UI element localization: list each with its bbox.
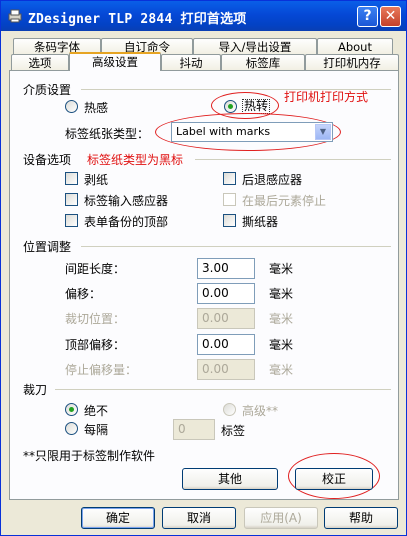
peel-label: 剥纸 [84, 173, 109, 187]
stop-last-checkbox [223, 193, 236, 206]
top-offset-unit: 毫米 [269, 338, 294, 352]
cancel-button[interactable]: 取消 [162, 507, 236, 529]
device-group-divider [195, 159, 391, 160]
offset-label: 偏移： [65, 287, 102, 301]
tab-printer-memory[interactable]: 打印机内存 [305, 54, 399, 71]
label-type-label: 标签纸张类型： [65, 127, 150, 141]
footnote: **只限用于标签制作软件 [23, 449, 156, 463]
tab-label-library[interactable]: 标签库 [221, 54, 305, 71]
apply-button: 应用(A) [244, 507, 318, 529]
backfeed-sensor-label: 后退感应器 [242, 173, 303, 187]
device-group-title: 设备选项 [23, 153, 72, 167]
window-title: ZDesigner TLP 2844 打印首选项 [28, 12, 247, 27]
cutter-group-divider [55, 389, 391, 390]
position-group-divider [81, 246, 391, 247]
thermal-label: 热感 [84, 101, 109, 115]
gap-length-unit: 毫米 [269, 262, 294, 276]
cut-never-label: 绝不 [84, 404, 109, 418]
cut-position-label: 裁切位置： [65, 312, 126, 326]
label-taken-sensor-checkbox[interactable] [65, 193, 78, 206]
media-group-title: 介质设置 [23, 83, 72, 97]
position-group-title: 位置调整 [23, 240, 72, 254]
stop-offset-input: 0.00 [197, 359, 255, 380]
close-button[interactable]: ✕ [380, 6, 401, 27]
help-button[interactable]: 帮助 [324, 507, 398, 529]
thermal-transfer-radio[interactable] [224, 100, 237, 113]
cut-count-unit: 标签 [221, 424, 246, 438]
stop-last-label: 在最后元素停止 [242, 194, 327, 208]
gap-length-label: 间距长度： [65, 262, 126, 276]
cut-advanced-label: 高级** [242, 404, 279, 418]
offset-unit: 毫米 [269, 287, 294, 301]
backup-top-checkbox[interactable] [65, 214, 78, 227]
chevron-down-icon[interactable]: ▼ [315, 124, 331, 140]
help-title-button[interactable]: ? [357, 6, 378, 27]
dialog-window: ZDesigner TLP 2844 打印首选项 ? ✕ 条码字体 自订命令 导… [0, 0, 407, 536]
cutter-group-title: 裁刀 [23, 383, 48, 397]
tab-advanced-settings[interactable]: 高级设置 [69, 52, 161, 71]
tear-off-checkbox[interactable] [223, 214, 236, 227]
cut-position-input: 0.00 [197, 308, 255, 329]
tab-import-export[interactable]: 导入/导出设置 [193, 38, 317, 55]
label-type-select[interactable]: Label with marks ▼ [171, 122, 333, 142]
label-type-value: Label with marks [176, 125, 271, 138]
tab-options[interactable]: 选项 [11, 54, 69, 71]
annotation-print-mode: 打印机打印方式 [284, 90, 369, 104]
calibrate-button[interactable]: 校正 [295, 468, 373, 490]
backup-top-label: 表单备份的顶部 [84, 215, 169, 229]
cut-position-unit: 毫米 [269, 312, 294, 326]
other-button[interactable]: 其他 [182, 468, 278, 490]
thermal-radio[interactable] [65, 100, 78, 113]
cut-every-radio[interactable] [65, 422, 78, 435]
backfeed-sensor-checkbox[interactable] [223, 172, 236, 185]
stop-offset-unit: 毫米 [269, 363, 294, 377]
stop-offset-label: 停止偏移量： [65, 363, 138, 377]
tab-about[interactable]: About [317, 38, 393, 55]
top-offset-input[interactable]: 0.00 [197, 334, 255, 355]
tab-dithering[interactable]: 抖动 [161, 54, 221, 71]
offset-input[interactable]: 0.00 [197, 283, 255, 304]
thermal-transfer-label: 热转 [242, 99, 271, 114]
cut-count-input: 0 [173, 419, 215, 440]
annotation-label-type: 标签纸类型为黑标 [87, 153, 184, 167]
cut-advanced-radio [223, 403, 236, 416]
peel-checkbox[interactable] [65, 172, 78, 185]
printer-icon [8, 9, 22, 23]
ok-button[interactable]: 确定 [81, 507, 155, 529]
label-taken-sensor-label: 标签输入感应器 [84, 194, 169, 208]
cut-never-radio[interactable] [65, 403, 78, 416]
tear-off-label: 撕纸器 [242, 215, 279, 229]
title-bar[interactable]: ZDesigner TLP 2844 打印首选项 ? ✕ [1, 1, 406, 31]
top-offset-label: 顶部偏移： [65, 338, 126, 352]
gap-length-input[interactable]: 3.00 [197, 258, 255, 279]
cut-every-label: 每隔 [84, 423, 109, 437]
